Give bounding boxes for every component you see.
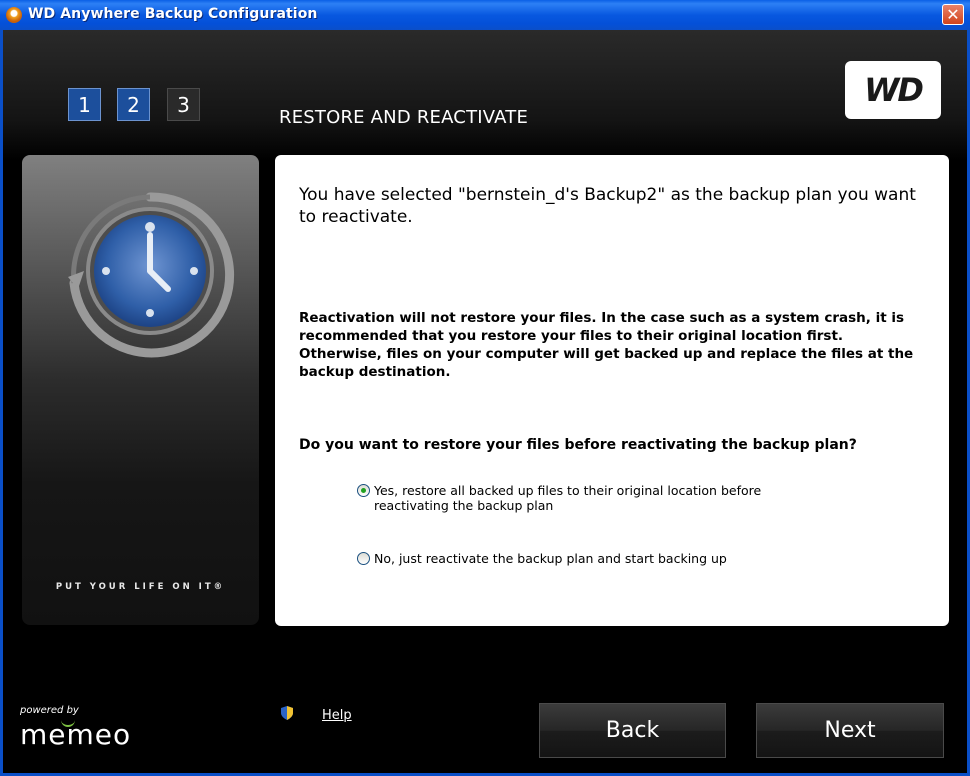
app-window: WD Anywhere Backup Configuration ✕ 1 2 3… — [0, 0, 970, 776]
side-graphic-panel: PUT YOUR LIFE ON IT® — [22, 155, 259, 625]
memeo-logo: memeo — [20, 718, 132, 751]
app-icon — [6, 7, 22, 23]
reactivation-warning: Reactivation will not restore your files… — [299, 310, 914, 380]
step-1-indicator: 1 — [68, 88, 101, 121]
restore-option-no[interactable]: No, just reactivate the backup plan and … — [357, 551, 837, 566]
help-link[interactable]: Help — [322, 708, 352, 723]
brand-tagline: PUT YOUR LIFE ON IT® — [55, 582, 226, 592]
close-icon: ✕ — [946, 5, 960, 24]
radio-yes[interactable] — [357, 484, 370, 497]
step-2-indicator: 2 — [117, 88, 150, 121]
radio-no-label[interactable]: No, just reactivate the backup plan and … — [374, 551, 727, 566]
shield-icon — [281, 705, 293, 720]
window-title: WD Anywhere Backup Configuration — [28, 6, 318, 22]
restore-question: Do you want to restore your files before… — [299, 437, 857, 453]
restore-option-yes[interactable]: Yes, restore all backed up files to thei… — [357, 483, 837, 513]
step-3-indicator: 3 — [167, 88, 200, 121]
next-button[interactable]: Next — [756, 703, 944, 758]
radio-yes-label[interactable]: Yes, restore all backed up files to thei… — [374, 483, 837, 513]
powered-by-label: powered by — [20, 705, 79, 716]
close-button[interactable]: ✕ — [942, 4, 964, 25]
page-title: RESTORE AND REACTIVATE — [279, 107, 529, 128]
content-panel: You have selected "bernstein_d's Backup2… — [275, 155, 949, 626]
selection-summary: You have selected "bernstein_d's Backup2… — [299, 185, 916, 227]
radio-no[interactable] — [357, 552, 370, 565]
back-button[interactable]: Back — [539, 703, 726, 758]
wd-logo: WD — [845, 61, 941, 119]
title-bar[interactable]: WD Anywhere Backup Configuration ✕ — [0, 0, 970, 30]
clock-icon — [60, 185, 240, 365]
